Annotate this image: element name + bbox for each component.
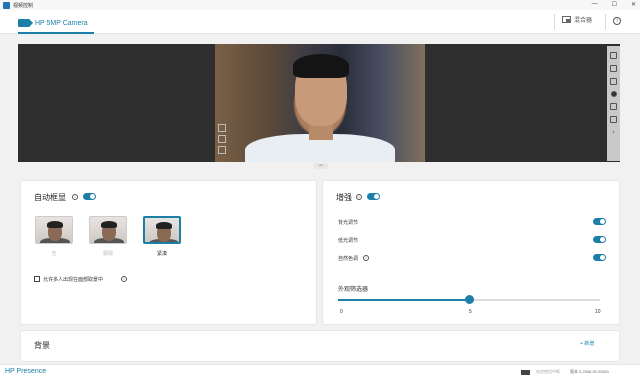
crop-icon[interactable] bbox=[218, 124, 226, 132]
broadcast-icon[interactable] bbox=[610, 103, 617, 110]
auto-frame-toggle[interactable] bbox=[83, 193, 96, 200]
record-icon[interactable] bbox=[610, 91, 617, 97]
slider-tick-max: 10 bbox=[595, 309, 601, 315]
collapse-preview-handle[interactable]: ═ bbox=[314, 163, 328, 169]
camera-tab-label: HP 5MP Camera bbox=[35, 19, 88, 27]
frame-mode-none-label: 无 bbox=[51, 251, 57, 257]
frame-mode-track-label: 跟踪 bbox=[102, 251, 113, 257]
thumb-hair bbox=[47, 221, 63, 228]
backlight-label: 背光调节 bbox=[338, 220, 359, 226]
file-icon[interactable] bbox=[610, 65, 617, 72]
multi-person-info-icon[interactable]: i bbox=[121, 276, 127, 282]
tab-camera[interactable]: HP 5MP Camera bbox=[18, 14, 94, 34]
thumb-hair bbox=[101, 221, 117, 228]
app-logo-icon bbox=[3, 1, 10, 9]
auto-frame-title: 自动框显 bbox=[34, 193, 66, 202]
frame-mode-tight-label: 紧凑 bbox=[156, 251, 167, 257]
battery-status: 电池使用中断 bbox=[536, 369, 560, 374]
app-title: 视频控制 bbox=[13, 2, 34, 9]
natural-tone-info-icon[interactable]: i bbox=[363, 255, 369, 261]
divider bbox=[605, 14, 606, 30]
frame-mode-tight-thumb[interactable] bbox=[143, 216, 181, 244]
minimize-button[interactable]: — bbox=[592, 1, 598, 8]
window-controls: — ☐ ✕ bbox=[592, 1, 636, 8]
lowlight-toggle[interactable] bbox=[593, 236, 606, 243]
pan-icon[interactable] bbox=[218, 146, 226, 154]
multi-person-label: 允许多人出现在面部取景中 bbox=[43, 277, 104, 283]
enhance-info-icon[interactable]: i bbox=[356, 194, 362, 200]
multi-person-checkbox[interactable] bbox=[34, 276, 40, 282]
info-icon[interactable]: i bbox=[613, 17, 621, 25]
beauty-filter-label: 外观筛选器 bbox=[338, 287, 369, 293]
brand-name: HP Presence bbox=[5, 368, 47, 375]
header: HP 5MP Camera 混合器 i bbox=[0, 10, 640, 34]
video-feed bbox=[215, 44, 425, 162]
natural-tone-label: 自然色调 bbox=[338, 256, 359, 262]
slider-fill bbox=[338, 299, 469, 301]
frame-select-icon[interactable] bbox=[218, 135, 226, 143]
battery-icon bbox=[521, 370, 530, 375]
preview-sidebar: › bbox=[607, 46, 620, 161]
frame-mode-none-thumb[interactable] bbox=[35, 216, 73, 244]
person-hair bbox=[293, 54, 349, 78]
mixer-label: 混合器 bbox=[574, 18, 593, 24]
footer: HP Presence 电池使用中断 版本 3.2306.92.20501 bbox=[0, 364, 640, 380]
title-bar: 视频控制 — ☐ ✕ bbox=[0, 0, 640, 10]
lowlight-label: 低光调节 bbox=[338, 238, 359, 244]
close-button[interactable]: ✕ bbox=[631, 1, 636, 8]
hand-icon[interactable] bbox=[610, 116, 617, 123]
version-label: 版本 3.2306.92.20501 bbox=[570, 369, 610, 374]
divider bbox=[554, 14, 555, 30]
background-panel bbox=[20, 330, 620, 362]
camera-snapshot-icon[interactable] bbox=[610, 78, 617, 85]
slider-knob[interactable] bbox=[464, 295, 474, 304]
camera-preview bbox=[18, 44, 620, 162]
add-background-button[interactable]: + 新增 bbox=[580, 340, 594, 347]
frame-mode-track-thumb[interactable] bbox=[89, 216, 127, 244]
slider-tick-min: 0 bbox=[340, 309, 343, 315]
enhance-toggle[interactable] bbox=[367, 193, 380, 200]
thumb-hair bbox=[156, 222, 172, 229]
maximize-button[interactable]: ☐ bbox=[612, 1, 617, 8]
picture-in-picture-icon bbox=[562, 16, 571, 23]
chevron-right-icon[interactable]: › bbox=[612, 129, 614, 136]
natural-tone-toggle[interactable] bbox=[593, 254, 606, 261]
backlight-toggle[interactable] bbox=[593, 218, 606, 225]
slider-tick-mid: 5 bbox=[469, 309, 472, 315]
video-camera-icon bbox=[18, 19, 33, 27]
background-title: 背景 bbox=[34, 341, 50, 350]
auto-frame-info-icon[interactable]: i bbox=[72, 194, 78, 200]
mixer-button[interactable]: 混合器 bbox=[562, 15, 592, 24]
enhance-title: 增强 bbox=[336, 193, 352, 202]
expand-icon[interactable] bbox=[610, 52, 617, 59]
frame-tools bbox=[218, 124, 228, 154]
